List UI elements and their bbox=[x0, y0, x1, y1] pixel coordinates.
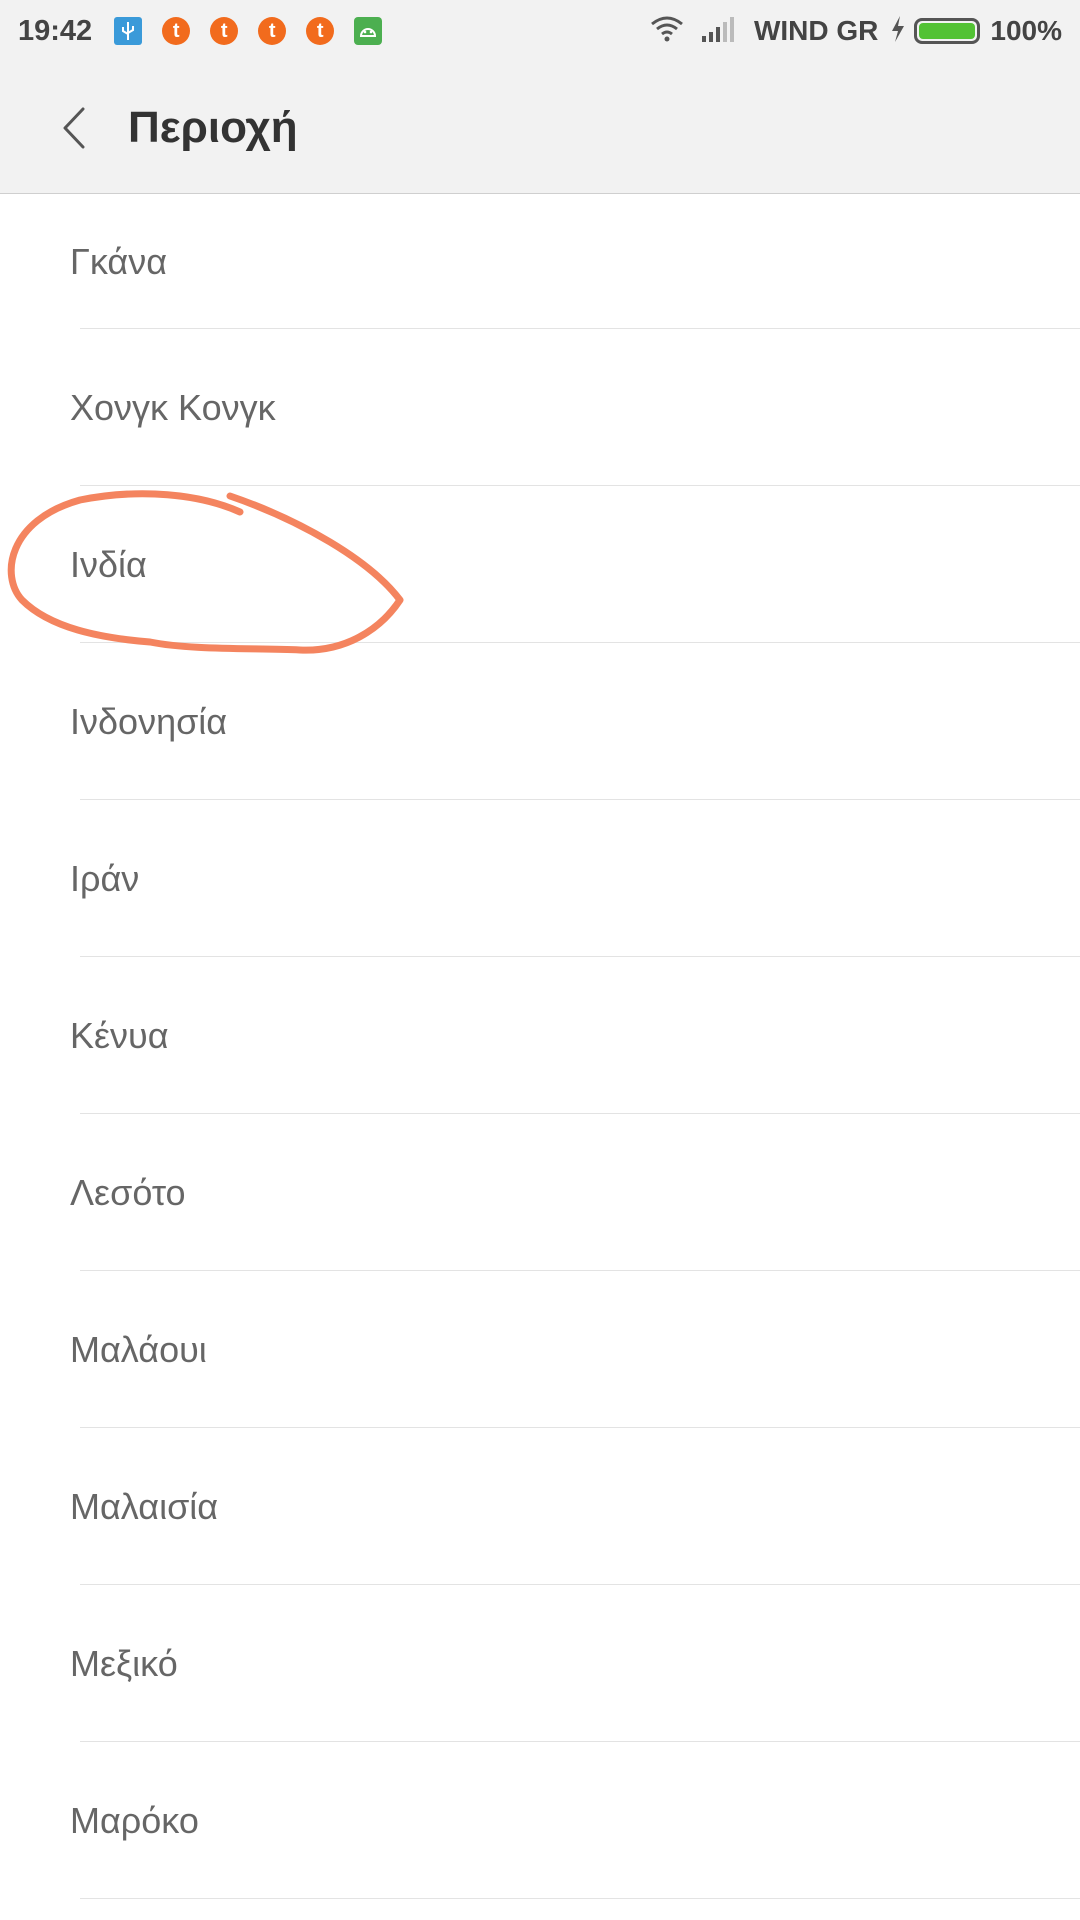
region-label: Λεσότο bbox=[70, 1171, 186, 1213]
region-item[interactable]: Ιράν bbox=[0, 800, 1080, 957]
charging-icon bbox=[890, 15, 906, 48]
battery-percent: 100% bbox=[990, 15, 1062, 46]
battery-icon bbox=[914, 18, 981, 44]
carrier-name: WIND GR bbox=[753, 15, 879, 46]
status-indicators: WIND GR 100% bbox=[650, 15, 1062, 48]
t-app-icon: t bbox=[258, 17, 287, 45]
signal-icon bbox=[700, 16, 736, 47]
android-icon bbox=[354, 17, 383, 45]
region-label: Μαλάουι bbox=[70, 1328, 207, 1370]
app-bar: Περιοχή bbox=[0, 62, 1080, 194]
t-app-icon: t bbox=[162, 17, 191, 45]
region-item[interactable]: Ινδία bbox=[0, 486, 1080, 643]
region-item[interactable]: Μαρόκο bbox=[0, 1742, 1080, 1899]
region-label: Μεξικό bbox=[70, 1642, 178, 1684]
region-item[interactable]: Ινδονησία bbox=[0, 643, 1080, 800]
region-item[interactable]: Μαλαισία bbox=[0, 1428, 1080, 1585]
back-button[interactable] bbox=[30, 78, 120, 178]
region-label: Ιράν bbox=[70, 857, 140, 899]
chevron-left-icon bbox=[63, 107, 85, 148]
region-item[interactable]: Μαλάουι bbox=[0, 1271, 1080, 1428]
wifi-icon bbox=[650, 16, 684, 47]
region-item[interactable]: Χονγκ Κονγκ bbox=[0, 329, 1080, 486]
usb-icon bbox=[114, 17, 143, 45]
region-label: Μαρόκο bbox=[70, 1799, 199, 1841]
t-app-icon: t bbox=[306, 17, 335, 45]
status-bar: 19:42 t t t t WIND GR 100% bbox=[0, 0, 1080, 62]
region-label: Ινδονησία bbox=[70, 700, 228, 742]
region-label: Κένυα bbox=[70, 1014, 169, 1056]
region-item[interactable]: Μεξικό bbox=[0, 1585, 1080, 1742]
t-app-icon: t bbox=[210, 17, 239, 45]
region-label: Γκάνα bbox=[70, 240, 168, 282]
region-label: Μαλαισία bbox=[70, 1485, 219, 1527]
region-item[interactable]: Κένυα bbox=[0, 957, 1080, 1114]
region-item[interactable]: Γκάνα bbox=[0, 194, 1080, 329]
page-title: Περιοχή bbox=[128, 102, 298, 152]
region-item[interactable]: Λεσότο bbox=[0, 1114, 1080, 1271]
status-time: 19:42 bbox=[18, 14, 93, 47]
region-label: Ινδία bbox=[70, 543, 147, 585]
battery-level-fill bbox=[919, 23, 976, 39]
region-label: Χονγκ Κονγκ bbox=[70, 386, 276, 428]
region-list: Γκάνα Χονγκ Κονγκ Ινδία Ινδονησία Ιράν Κ… bbox=[0, 194, 1080, 1899]
